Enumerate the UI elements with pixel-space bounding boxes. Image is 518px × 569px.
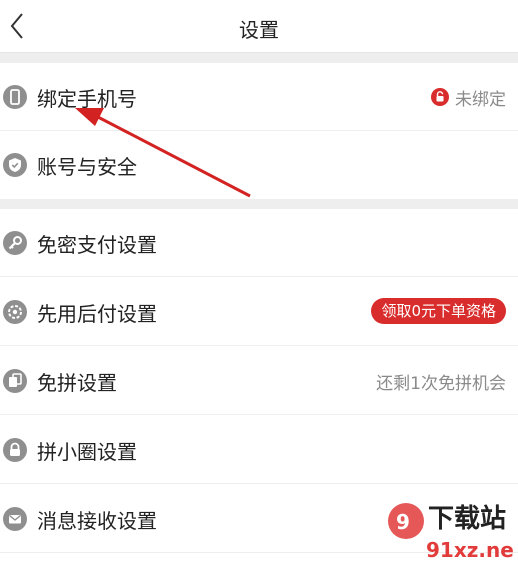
lock-icon — [431, 88, 449, 106]
bind-status: 未绑定 — [431, 85, 506, 110]
settings-row-free-group[interactable]: 免拼设置 还剩1次免拼机会 — [0, 347, 518, 415]
mail-icon — [3, 507, 27, 531]
section-gap — [0, 199, 518, 209]
page-title: 设置 — [239, 18, 279, 42]
shield-icon — [3, 153, 27, 177]
divider — [0, 414, 518, 415]
row-label: 绑定手机号 — [37, 87, 137, 111]
row-label: 免密支付设置 — [37, 233, 157, 257]
promo-badge[interactable]: 领取0元下单资格 — [371, 298, 506, 324]
row-label: 拼小圈设置 — [37, 440, 137, 464]
watermark-brand: 下载站 — [428, 504, 506, 534]
phone-icon — [3, 85, 27, 109]
settings-row-pay-later[interactable]: 先用后付设置 领取0元下单资格 — [0, 278, 518, 346]
watermark-logo-icon: 9 下载站 91xz.net — [388, 503, 518, 562]
row-label: 先用后付设置 — [37, 302, 157, 326]
nav-header: 设置 — [0, 0, 518, 53]
watermark-site: 91xz.net — [426, 538, 514, 562]
badge-gear-icon — [3, 300, 27, 324]
settings-row-circle[interactable]: 拼小圈设置 — [0, 416, 518, 484]
divider — [0, 276, 518, 277]
section-gap — [0, 53, 518, 63]
row-label: 消息接收设置 — [37, 509, 157, 533]
row-label: 账号与安全 — [37, 155, 137, 179]
settings-row-password-free-pay[interactable]: 免密支付设置 — [0, 209, 518, 277]
row-value: 未绑定 — [455, 89, 506, 110]
cards-icon — [3, 369, 27, 393]
settings-row-account-security[interactable]: 账号与安全 — [0, 131, 518, 199]
settings-row-bind-phone[interactable]: 绑定手机号 未绑定 — [0, 63, 518, 131]
lock-circle-icon — [3, 438, 27, 462]
key-icon — [3, 231, 27, 255]
row-label: 免拼设置 — [37, 371, 117, 395]
row-value: 还剩1次免拼机会 — [376, 374, 506, 394]
divider — [0, 345, 518, 346]
watermark-logo: 9 下载站 91xz.net — [384, 493, 518, 565]
divider — [0, 483, 518, 484]
svg-text:9: 9 — [396, 510, 410, 534]
